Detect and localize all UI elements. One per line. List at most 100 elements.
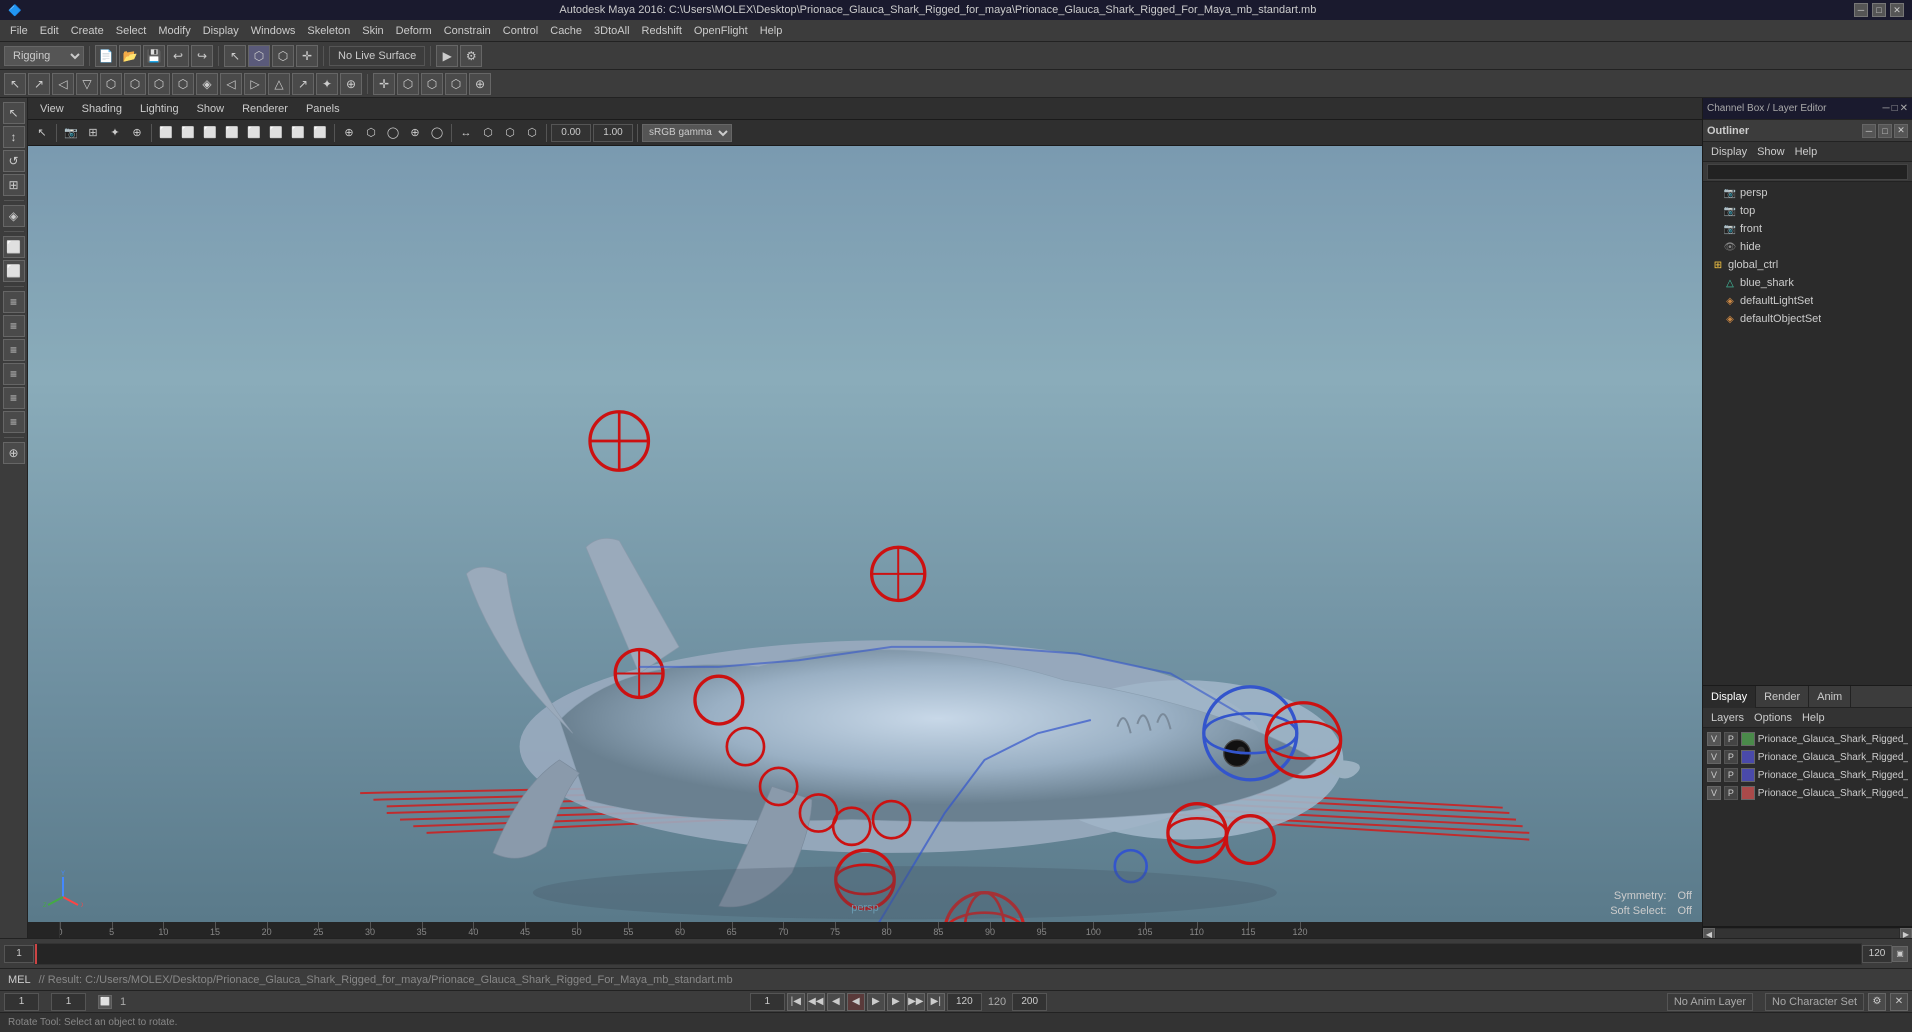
layer-item-3[interactable]: VPPrionace_Glauca_Shark_Rigged_ — [1703, 784, 1912, 802]
next-frame-btn[interactable]: ▶ — [887, 993, 905, 1011]
menu-display[interactable]: Display — [197, 23, 245, 39]
t2[interactable]: ◁ — [52, 73, 74, 95]
t10[interactable]: ▷ — [244, 73, 266, 95]
play-rev-btn[interactable]: ◀ — [847, 993, 865, 1011]
vp-menu-view[interactable]: View — [32, 101, 72, 117]
soft-mod-btn[interactable]: ◈ — [3, 205, 25, 227]
vp-num2[interactable] — [593, 124, 633, 142]
max-frame-input[interactable] — [1012, 993, 1047, 1011]
vp-t12[interactable]: ⬜ — [310, 123, 330, 143]
render-btn[interactable]: ▶ — [436, 45, 458, 67]
outliner-help[interactable]: Help — [1791, 146, 1822, 158]
menu-select[interactable]: Select — [110, 23, 153, 39]
layer-v-btn-2[interactable]: V — [1707, 768, 1721, 782]
end-frame-input[interactable] — [1862, 945, 1892, 963]
t14[interactable]: ⊕ — [340, 73, 362, 95]
vp-t7[interactable]: ⬜ — [200, 123, 220, 143]
tree-item-front[interactable]: 📷front — [1703, 220, 1912, 238]
outliner-restore-btn[interactable]: □ — [1878, 124, 1892, 138]
outliner-close-btn[interactable]: ✕ — [1894, 124, 1908, 138]
layer-p-btn-1[interactable]: P — [1724, 750, 1738, 764]
range-start-input[interactable] — [750, 993, 785, 1011]
vp-cam-btn[interactable]: 📷 — [61, 123, 81, 143]
minimize-button[interactable]: ─ — [1854, 3, 1868, 17]
menu-3dtoall[interactable]: 3DtoAll — [588, 23, 635, 39]
scroll-right-btn[interactable]: ▶ — [1900, 928, 1912, 938]
vp-t15[interactable]: ◯ — [383, 123, 403, 143]
vp-t2[interactable]: ⊞ — [83, 123, 103, 143]
vp-t11[interactable]: ⬜ — [288, 123, 308, 143]
menu-modify[interactable]: Modify — [152, 23, 196, 39]
layer-item-1[interactable]: VPPrionace_Glauca_Shark_Rigged_ — [1703, 748, 1912, 766]
vp-menu-shading[interactable]: Shading — [74, 101, 130, 117]
menu-skin[interactable]: Skin — [356, 23, 389, 39]
new-scene-btn[interactable]: 📄 — [95, 45, 117, 67]
tree-item-persp[interactable]: 📷persp — [1703, 184, 1912, 202]
tree-item-blue_shark[interactable]: △blue_shark — [1703, 274, 1912, 292]
layer-v-btn-3[interactable]: V — [1707, 786, 1721, 800]
start-frame-input[interactable] — [4, 945, 34, 963]
vp-t21[interactable]: ⬡ — [522, 123, 542, 143]
play-fwd-btn[interactable]: ▶ — [867, 993, 885, 1011]
t5[interactable]: ⬡ — [124, 73, 146, 95]
tree-item-defaultLightSet[interactable]: ◈defaultLightSet — [1703, 292, 1912, 310]
frame-input2[interactable] — [51, 993, 86, 1011]
render-settings-btn[interactable]: ⚙ — [460, 45, 482, 67]
vp-t19[interactable]: ⬡ — [478, 123, 498, 143]
outliner-show[interactable]: Show — [1753, 146, 1789, 158]
scroll-left-btn[interactable]: ◀ — [1703, 928, 1715, 938]
close-button[interactable]: ✕ — [1890, 3, 1904, 17]
layer-v-btn-0[interactable]: V — [1707, 732, 1721, 746]
cb-tab-display[interactable]: Display — [1703, 686, 1756, 708]
t13[interactable]: ✦ — [316, 73, 338, 95]
menu-redshift[interactable]: Redshift — [636, 23, 688, 39]
save-scene-btn[interactable]: 💾 — [143, 45, 165, 67]
cb-options[interactable]: Options — [1750, 712, 1796, 724]
vp-t17[interactable]: ◯ — [427, 123, 447, 143]
tree-item-top[interactable]: 📷top — [1703, 202, 1912, 220]
l8[interactable]: ≡ — [3, 411, 25, 433]
layer-item-0[interactable]: VPPrionace_Glauca_Shark_Rigged_ — [1703, 730, 1912, 748]
prev-frame-btn[interactable]: ◀ — [827, 993, 845, 1011]
vp-t18[interactable]: ↔ — [456, 123, 476, 143]
viewport-canvas[interactable]: Y X Z persp Symmetry: Off Soft Select: O… — [28, 146, 1702, 922]
vp-t10[interactable]: ⬜ — [266, 123, 286, 143]
restore-button[interactable]: □ — [1872, 3, 1886, 17]
layer-p-btn-0[interactable]: P — [1724, 732, 1738, 746]
cb-tab-render[interactable]: Render — [1756, 686, 1809, 708]
move-btn[interactable]: ✛ — [296, 45, 318, 67]
t9[interactable]: ◁ — [220, 73, 242, 95]
t17[interactable]: ⬡ — [421, 73, 443, 95]
menu-help[interactable]: Help — [754, 23, 789, 39]
vp-t20[interactable]: ⬡ — [500, 123, 520, 143]
outliner-display[interactable]: Display — [1707, 146, 1751, 158]
vp-menu-show[interactable]: Show — [189, 101, 233, 117]
menu-windows[interactable]: Windows — [245, 23, 302, 39]
t7[interactable]: ⬡ — [172, 73, 194, 95]
outliner-search-input[interactable] — [1707, 164, 1908, 180]
t15[interactable]: ✛ — [373, 73, 395, 95]
l7[interactable]: ≡ — [3, 387, 25, 409]
vp-num1[interactable] — [551, 124, 591, 142]
cb-tab-anim[interactable]: Anim — [1809, 686, 1851, 708]
redo-btn[interactable]: ↪ — [191, 45, 213, 67]
vp-t14[interactable]: ⬡ — [361, 123, 381, 143]
layer-p-btn-2[interactable]: P — [1724, 768, 1738, 782]
vp-t1[interactable]: ↖ — [32, 123, 52, 143]
layer-v-btn-1[interactable]: V — [1707, 750, 1721, 764]
l5[interactable]: ≡ — [3, 339, 25, 361]
l4[interactable]: ≡ — [3, 315, 25, 337]
t19[interactable]: ⊕ — [469, 73, 491, 95]
vp-menu-lighting[interactable]: Lighting — [132, 101, 187, 117]
l2[interactable]: ⬜ — [3, 260, 25, 282]
select-btn[interactable]: ↖ — [3, 102, 25, 124]
cb-help[interactable]: Help — [1798, 712, 1829, 724]
cb-layers[interactable]: Layers — [1707, 712, 1748, 724]
menu-skeleton[interactable]: Skeleton — [301, 23, 356, 39]
t18[interactable]: ⬡ — [445, 73, 467, 95]
range-end-input[interactable] — [947, 993, 982, 1011]
vp-t4[interactable]: ⊕ — [127, 123, 147, 143]
t11[interactable]: △ — [268, 73, 290, 95]
menu-openflight[interactable]: OpenFlight — [688, 23, 754, 39]
outliner-minimize-btn[interactable]: ─ — [1862, 124, 1876, 138]
